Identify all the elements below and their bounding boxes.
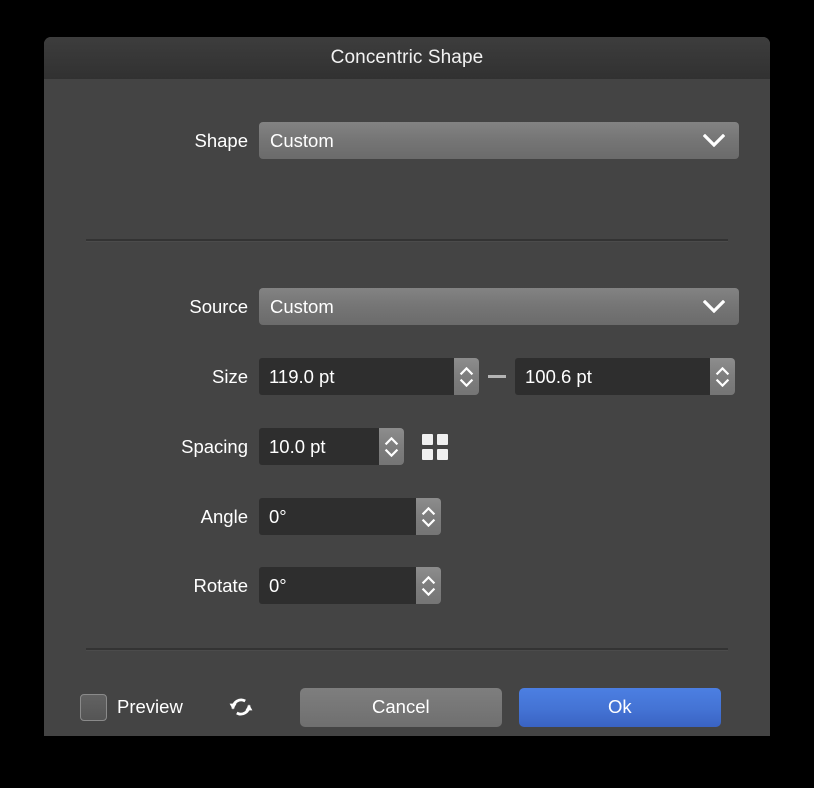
rotate-row: Rotate 0° [44, 567, 770, 604]
size-label: Size [44, 366, 248, 388]
shape-dropdown-value: Custom [270, 130, 703, 152]
preview-checkbox[interactable] [80, 694, 107, 721]
chevron-down-icon [703, 134, 725, 147]
size-range-dash [488, 375, 506, 378]
spacing-row: Spacing 10.0 pt [44, 428, 770, 465]
preview-label: Preview [117, 696, 183, 718]
size-to-input[interactable]: 100.6 pt [515, 358, 710, 395]
concentric-shape-dialog: Concentric Shape Shape Custom Source Cus… [44, 37, 770, 736]
chevron-down-icon [703, 300, 725, 313]
grid-2x2-icon[interactable] [422, 434, 448, 460]
angle-input[interactable]: 0° [259, 498, 416, 535]
grid-cell [437, 449, 448, 460]
divider-bottom [86, 648, 728, 651]
spacing-input[interactable]: 10.0 pt [259, 428, 379, 465]
dialog-titlebar: Concentric Shape [44, 37, 770, 79]
size-row: Size 119.0 pt 100.6 pt [44, 358, 770, 395]
divider-top [86, 239, 728, 242]
size-from-input[interactable]: 119.0 pt [259, 358, 454, 395]
rotate-label: Rotate [44, 575, 248, 597]
angle-row: Angle 0° [44, 498, 770, 535]
dialog-content: Shape Custom Source Custom [44, 79, 770, 736]
source-label: Source [44, 296, 248, 318]
spacing-label: Spacing [44, 436, 248, 458]
dialog-footer: Preview Cancel Ok [44, 677, 770, 736]
spacing-stepper[interactable] [379, 428, 404, 465]
rotate-stepper[interactable] [416, 567, 441, 604]
grid-cell [422, 449, 433, 460]
ok-button[interactable]: Ok [519, 688, 721, 727]
size-to-stepper[interactable] [710, 358, 735, 395]
shape-label: Shape [44, 130, 248, 152]
source-dropdown[interactable]: Custom [259, 288, 739, 325]
angle-stepper[interactable] [416, 498, 441, 535]
dialog-title: Concentric Shape [331, 47, 484, 69]
rotate-input[interactable]: 0° [259, 567, 416, 604]
size-from-stepper[interactable] [454, 358, 479, 395]
source-dropdown-value: Custom [270, 296, 703, 318]
grid-cell [422, 434, 433, 445]
angle-label: Angle [44, 506, 248, 528]
source-row: Source Custom [44, 288, 770, 325]
shape-dropdown[interactable]: Custom [259, 122, 739, 159]
cancel-button[interactable]: Cancel [300, 688, 502, 727]
grid-cell [437, 434, 448, 445]
shape-row: Shape Custom [44, 122, 770, 159]
refresh-icon[interactable] [226, 692, 256, 722]
